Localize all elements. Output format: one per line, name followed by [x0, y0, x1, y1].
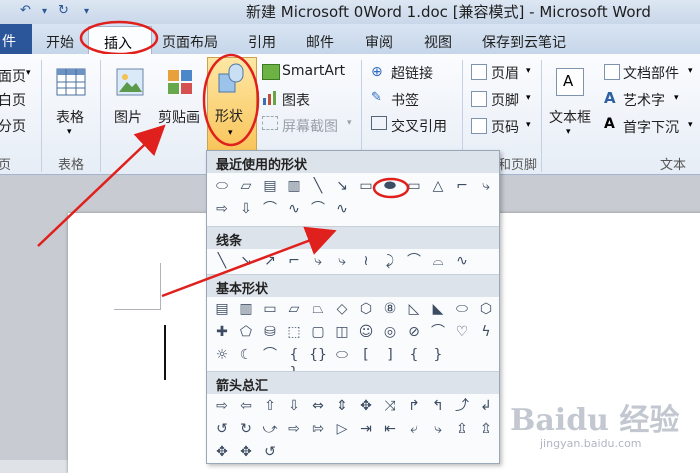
- annotation-arrow: [37, 124, 166, 247]
- watermark: Baidu 经验 jingyan.baidu.com: [510, 395, 680, 450]
- watermark-logo: Baidu 经验: [510, 403, 680, 438]
- annotation-arrows: [37, 124, 337, 298]
- watermark-url: jingyan.baidu.com: [540, 437, 642, 450]
- annotation-arrow: [161, 226, 337, 298]
